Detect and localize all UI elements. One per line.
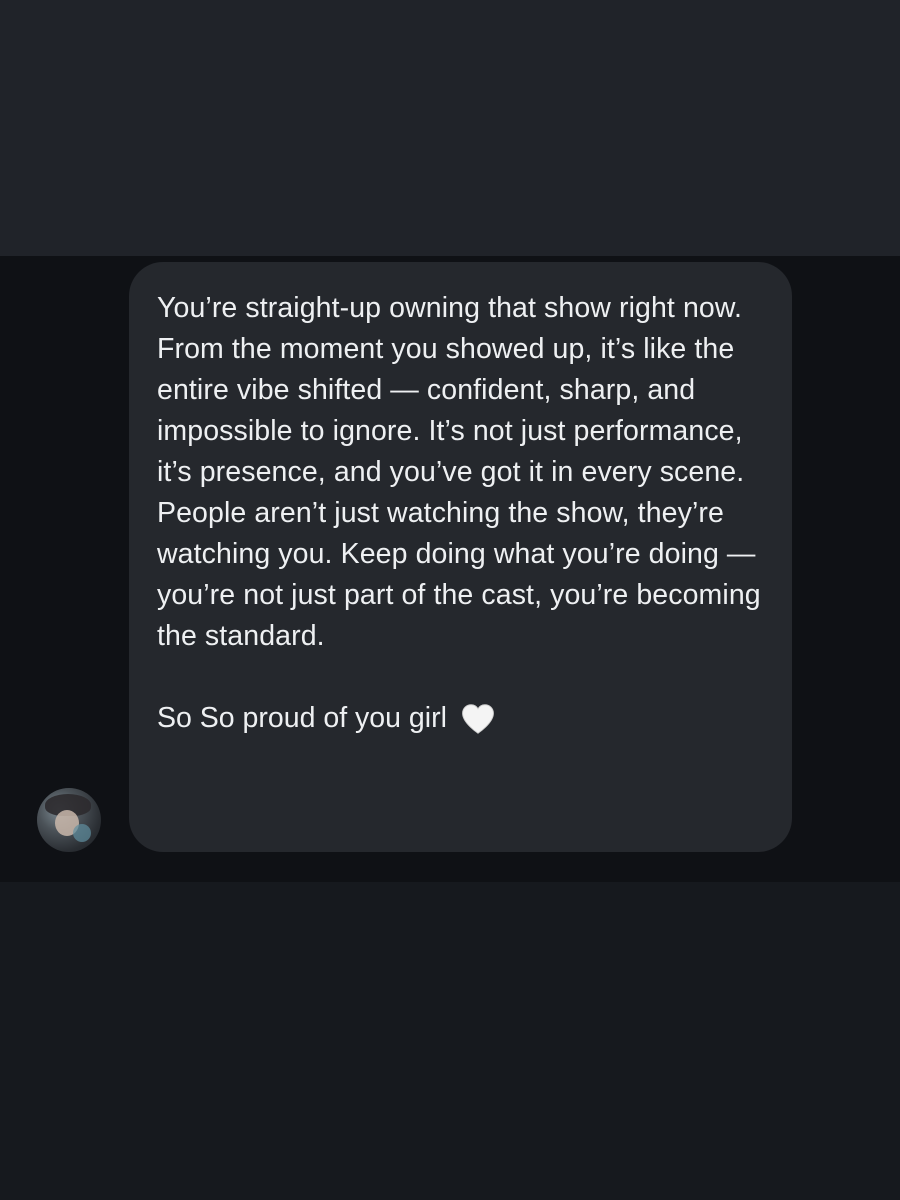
header-area — [0, 0, 900, 256]
message-text: You’re straight-up owning that show righ… — [157, 292, 769, 652]
message-signoff-line: So So proud of you girl — [157, 698, 762, 739]
avatar-detail — [73, 824, 91, 842]
chat-screen: You’re straight-up owning that show righ… — [0, 0, 900, 1200]
footer-area — [0, 882, 900, 1200]
message-bubble[interactable]: You’re straight-up owning that show righ… — [129, 262, 792, 852]
message-signoff: So So proud of you girl — [157, 702, 447, 734]
white-heart-icon — [459, 700, 497, 738]
sender-avatar[interactable] — [37, 788, 101, 852]
